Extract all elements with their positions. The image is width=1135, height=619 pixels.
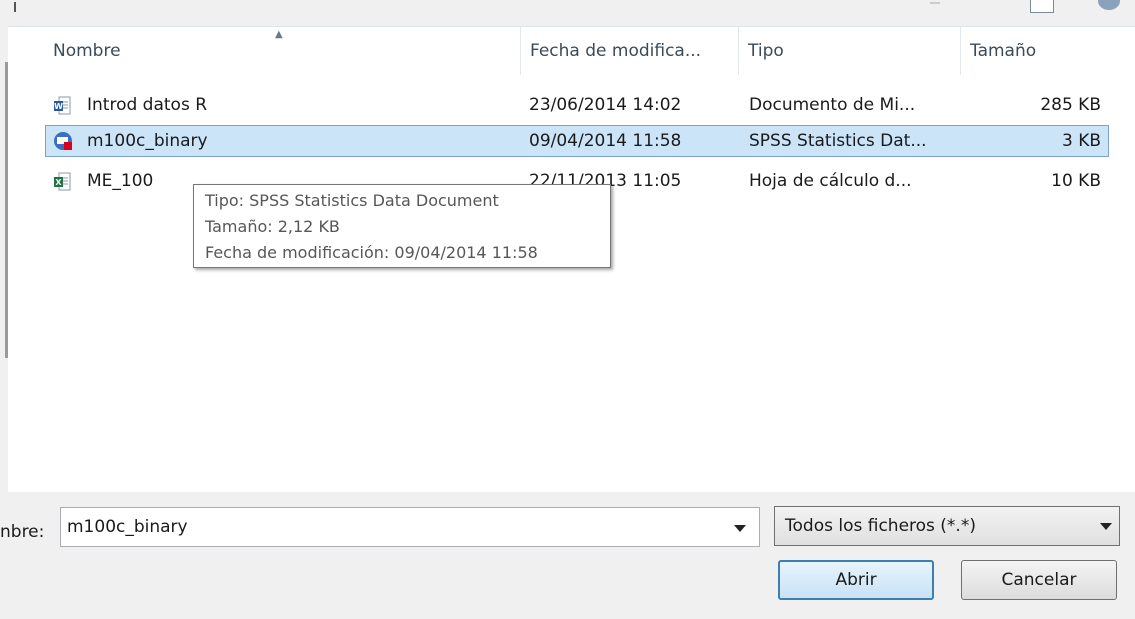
- file-size: 285 KB: [1040, 95, 1101, 115]
- file-name: ME_100: [87, 171, 154, 191]
- filename-input[interactable]: [67, 514, 707, 540]
- column-header-type-label: Tipo: [748, 41, 784, 61]
- file-info-tooltip: Tipo: SPSS Statistics Data Document Tama…: [193, 184, 611, 268]
- column-header-name[interactable]: Nombre: [45, 27, 521, 75]
- file-modified: 09/04/2014 11:58: [529, 131, 682, 151]
- column-header-size[interactable]: Tamaño: [961, 27, 1109, 75]
- chevron-down-icon[interactable]: [734, 525, 746, 532]
- file-type-filter-select[interactable]: Todos los ficheros (*.*): [774, 506, 1120, 546]
- column-header-name-label: Nombre: [53, 41, 121, 61]
- cancel-button-label: Cancelar: [1001, 570, 1077, 590]
- svg-text:W: W: [54, 102, 63, 111]
- file-name: m100c_binary: [87, 131, 208, 151]
- chevron-down-icon: [1100, 523, 1112, 530]
- file-size: 10 KB: [1051, 171, 1101, 191]
- open-button[interactable]: Abrir: [778, 560, 934, 600]
- file-type: Documento de Mi...: [749, 95, 916, 115]
- file-row-selected[interactable]: m100c_binary 09/04/2014 11:58 SPSS Stati…: [45, 125, 1109, 157]
- help-icon[interactable]: [1098, 0, 1120, 10]
- file-type: SPSS Statistics Dat...: [749, 131, 927, 151]
- open-button-label: Abrir: [835, 570, 877, 590]
- dialog-footer: nbre: Todos los ficheros (*.*) Abrir Can…: [0, 492, 1135, 619]
- spss-data-icon: [54, 132, 72, 150]
- tooltip-type: Tipo: SPSS Statistics Data Document: [205, 191, 499, 210]
- filename-combobox[interactable]: [60, 507, 760, 547]
- toolbar-strip: [0, 0, 1135, 26]
- word-document-icon: W: [54, 96, 71, 115]
- cancel-button[interactable]: Cancelar: [961, 560, 1117, 600]
- column-header-type[interactable]: Tipo: [739, 27, 961, 75]
- column-header-modified-label: Fecha de modifica...: [530, 41, 702, 61]
- navigation-pane-edge: [0, 26, 8, 492]
- svg-text:X: X: [55, 178, 62, 187]
- file-type: Hoja de cálculo d...: [749, 171, 912, 191]
- excel-spreadsheet-icon: X: [54, 172, 71, 191]
- column-header-modified[interactable]: Fecha de modifica...: [521, 27, 739, 75]
- tooltip-size: Tamaño: 2,12 KB: [205, 217, 340, 236]
- file-row[interactable]: W Introd datos R 23/06/2014 14:02 Docume…: [45, 90, 1109, 122]
- tooltip-modified: Fecha de modificación: 09/04/2014 11:58: [205, 243, 538, 262]
- file-type-filter-value: Todos los ficheros (*.*): [785, 516, 976, 536]
- toolbar-divider: [14, 2, 16, 12]
- column-header-size-label: Tamaño: [970, 41, 1037, 61]
- change-view-button[interactable]: [1030, 0, 1054, 13]
- file-name: Introd datos R: [87, 95, 208, 115]
- file-size: 3 KB: [1061, 131, 1101, 151]
- file-modified: 23/06/2014 14:02: [529, 95, 682, 115]
- toolbar-separator: [930, 2, 940, 4]
- filename-label: nbre:: [0, 522, 45, 542]
